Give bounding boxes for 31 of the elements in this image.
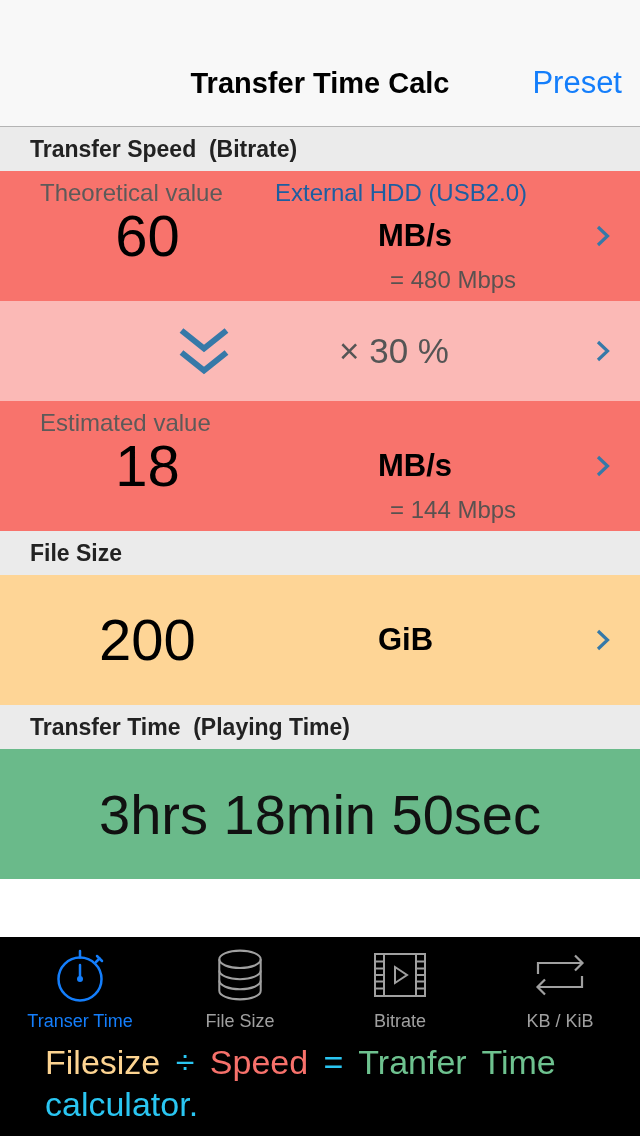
tab-item[interactable]: Transer Time <box>0 937 160 1039</box>
tab-item[interactable]: KB / KiB <box>480 937 640 1039</box>
tab-item[interactable]: File Size <box>160 937 320 1039</box>
preset-button[interactable]: Preset <box>532 65 622 101</box>
multiplier-row[interactable]: × 30 % <box>0 301 640 401</box>
stopwatch-icon <box>55 948 105 1002</box>
conversion-text: = 144 Mbps <box>390 496 517 524</box>
value-row[interactable]: Theoretical value External HDD (USB2.0) 60 MB/s = 480 Mbps <box>0 171 640 301</box>
value-number: 60 <box>115 207 180 265</box>
conversion-text: = 480 Mbps <box>390 266 517 294</box>
nav-title: Transfer Time Calc <box>190 66 450 100</box>
film-strip-icon <box>374 953 426 997</box>
result-time: 3hrs 18min 50sec <box>99 781 541 847</box>
unit-label: GiB <box>378 622 434 658</box>
value-number: 18 <box>115 437 180 495</box>
value-label: Theoretical value <box>40 179 223 206</box>
tab-item[interactable]: Bitrate <box>320 937 480 1039</box>
multiplier-text: × 30 % <box>339 331 449 371</box>
value-row[interactable]: Estimated value 18 MB/s = 144 Mbps <box>0 401 640 531</box>
preset-name: External HDD (USB2.0) <box>275 179 528 206</box>
section-header: Transfer Speed (Bitrate) <box>0 127 640 171</box>
section-header: Transfer Time (Playing Time) <box>0 705 640 749</box>
database-icon <box>217 949 263 1001</box>
section-header: File Size <box>0 531 640 575</box>
double-chevron-down-icon <box>179 327 229 375</box>
unit-label: MB/s <box>378 218 453 254</box>
value-row[interactable]: 200 GiB <box>0 575 640 705</box>
value-number: 200 <box>99 611 196 669</box>
value-label: Estimated value <box>40 409 211 436</box>
formula-caption: Filesize ÷ Speed = Tranfer Time calculator. <box>44 1042 557 1125</box>
unit-label: MB/s <box>378 448 453 484</box>
